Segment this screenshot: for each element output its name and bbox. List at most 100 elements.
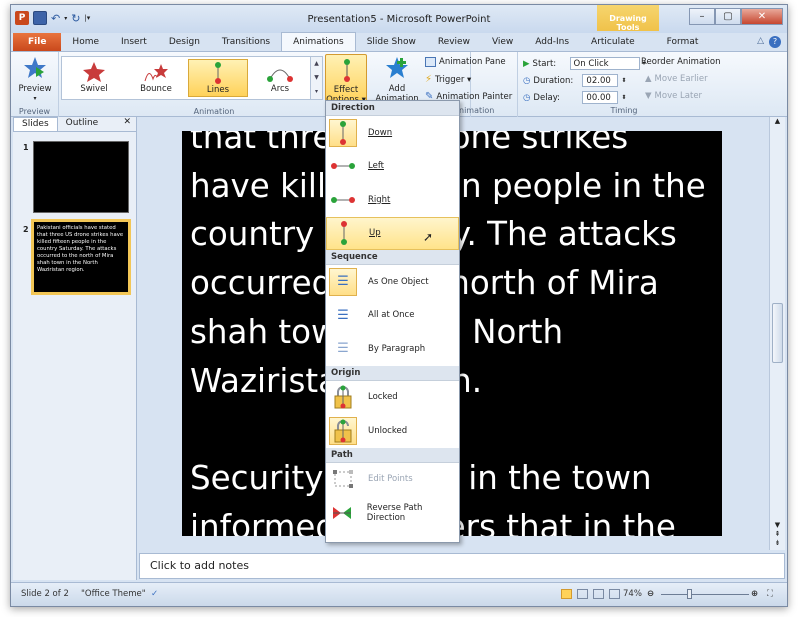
tab-view[interactable]: View [481, 33, 524, 51]
animation-gallery: Swivel Bounce Lines Arcs ▲ ▼ ▾ [61, 56, 323, 100]
vertical-scrollbar[interactable]: ▲ ▼ ⇞ ⇟ [769, 117, 785, 550]
advanced-animation-group-label: nimation [459, 106, 495, 115]
gallery-item-bounce[interactable]: Bounce [126, 59, 186, 97]
zoom-in-icon[interactable]: ⊕ [751, 589, 758, 599]
trigger-button[interactable]: ⚡ Trigger ▾ [425, 74, 471, 85]
menu-item-unlocked[interactable]: Unlocked [326, 414, 459, 448]
add-animation-star-icon [386, 57, 408, 78]
all-at-once-icon: ☰ [337, 307, 349, 323]
menu-item-by-paragraph[interactable]: ☰ By Paragraph [326, 332, 459, 366]
menu-item-left[interactable]: Left [326, 150, 459, 184]
gallery-item-arcs[interactable]: Arcs [250, 59, 310, 97]
slideshow-view-icon[interactable] [609, 589, 620, 599]
zoom-slider-thumb[interactable] [687, 589, 692, 599]
down-line-icon [329, 118, 357, 147]
tab-articulate[interactable]: Articulate [580, 33, 646, 51]
slide-counter: Slide 2 of 2 [21, 589, 69, 599]
menu-header-origin: Origin [326, 365, 459, 381]
minimize-button[interactable]: – [689, 8, 715, 25]
lines-path-icon [215, 62, 221, 84]
minimize-ribbon-icon[interactable]: △ [757, 36, 764, 48]
delay-spinner-icon[interactable]: ⬍ [621, 94, 626, 101]
gallery-scroll[interactable]: ▲ ▼ ▾ [310, 57, 322, 99]
tab-insert[interactable]: Insert [110, 33, 158, 51]
zoom-level[interactable]: 74% [623, 589, 642, 599]
window-controls: – ▢ ✕ [689, 8, 783, 25]
move-earlier-arrow-icon: ▲ [645, 74, 652, 84]
normal-view-icon[interactable] [561, 589, 572, 599]
close-button[interactable]: ✕ [741, 8, 783, 25]
timing-start-row: ▶ Start: On Click ▾ [523, 57, 646, 70]
title-bar: P ↶ ▾ ↻ |▾ Presentation5 - Microsoft Pow… [11, 5, 787, 33]
fit-to-window-icon[interactable]: ⛶ [767, 589, 773, 599]
view-buttons [561, 589, 620, 599]
tab-animations[interactable]: Animations [281, 32, 356, 51]
effect-options-button[interactable]: Effect Options ▾ [325, 54, 367, 105]
duration-spinner-icon[interactable]: ⬍ [621, 77, 626, 84]
maximize-button[interactable]: ▢ [715, 8, 741, 25]
tab-outline[interactable]: Outline [58, 117, 107, 131]
up-line-icon [330, 219, 358, 247]
tab-format[interactable]: Format [656, 33, 710, 51]
duration-clock-icon: ◷ [523, 75, 531, 86]
tab-slides[interactable]: Slides [13, 117, 58, 131]
scroll-thumb[interactable] [772, 303, 783, 363]
drawing-tools-label: Drawing Tools [597, 5, 659, 32]
tab-transitions[interactable]: Transitions [211, 33, 281, 51]
menu-item-down[interactable]: Down [326, 116, 459, 150]
tab-design[interactable]: Design [158, 33, 211, 51]
as-one-object-icon: ☰ [329, 267, 357, 296]
locked-padlock-icon [329, 383, 357, 411]
menu-item-reverse-path-direction[interactable]: Reverse Path Direction [326, 496, 459, 530]
slide-sorter-icon[interactable] [577, 589, 588, 599]
slides-pane: Slides Outline ✕ 1 2 Pakistani officials… [13, 117, 137, 580]
trigger-lightning-icon: ⚡ [425, 74, 433, 85]
menu-header-direction: Direction [326, 101, 459, 116]
close-pane-icon[interactable]: ✕ [118, 117, 136, 131]
menu-item-locked[interactable]: Locked [326, 381, 459, 415]
menu-item-right[interactable]: Right [326, 183, 459, 217]
window-title: Presentation5 - Microsoft PowerPoint [307, 14, 491, 25]
delay-input[interactable]: 00.00 [582, 91, 619, 104]
preview-button[interactable]: Preview ▾ [15, 55, 55, 104]
scroll-up-icon[interactable]: ▲ [770, 117, 785, 125]
help-icon[interactable]: ? [769, 36, 781, 48]
tab-home[interactable]: Home [61, 33, 110, 51]
zoom-out-icon[interactable]: ⊖ [647, 589, 654, 599]
spell-check-icon[interactable]: ✓ [151, 589, 158, 599]
thumb-number-1: 1 [23, 143, 29, 152]
menu-item-all-at-once[interactable]: ☰ All at Once [326, 299, 459, 333]
slide-thumbnail-1[interactable] [33, 141, 129, 213]
thumb-number-2: 2 [23, 225, 29, 234]
zoom-slider[interactable] [661, 594, 749, 595]
gallery-item-lines[interactable]: Lines [188, 59, 248, 97]
bounce-star-icon [144, 64, 168, 82]
left-line-icon [329, 152, 357, 180]
animation-group-label: Animation [193, 107, 235, 116]
start-play-icon: ▶ [523, 58, 530, 69]
gallery-item-swivel[interactable]: Swivel [64, 59, 124, 97]
tab-file[interactable]: File [13, 33, 62, 51]
tab-add-ins[interactable]: Add-Ins [524, 33, 580, 51]
menu-item-as-one-object[interactable]: ☰ As One Object [326, 265, 459, 299]
duration-input[interactable]: 02.00 [582, 74, 619, 87]
reading-view-icon[interactable] [593, 589, 604, 599]
right-line-icon [329, 186, 357, 214]
start-select[interactable]: On Click [569, 57, 640, 70]
menu-item-up[interactable]: Up ➚ [326, 216, 459, 250]
move-later-button[interactable]: ▼ Move Later [645, 91, 702, 101]
menu-item-edit-points[interactable]: Edit Points [326, 463, 459, 497]
tab-review[interactable]: Review [427, 33, 481, 51]
animation-pane-button[interactable]: Animation Pane [425, 57, 506, 67]
tab-slide-show[interactable]: Slide Show [356, 33, 427, 51]
menu-header-path: Path [326, 447, 459, 463]
preview-star-icon [24, 57, 46, 78]
scroll-down-icon[interactable]: ▼ ⇞ ⇟ [770, 521, 785, 548]
preview-group-label: Preview [18, 107, 51, 116]
slide-thumbnail-2[interactable]: Pakistani officials have stated that thr… [31, 219, 131, 295]
status-bar: Slide 2 of 2 "Office Theme" ✓ 74% ⊖ ⊕ ⛶ [11, 582, 787, 606]
move-earlier-button[interactable]: ▲ Move Earlier [645, 74, 708, 84]
effect-options-icon [344, 59, 350, 82]
notes-pane[interactable]: Click to add notes [139, 553, 785, 579]
timing-duration-row: ◷ Duration: 02.00 ⬍ [523, 74, 627, 87]
